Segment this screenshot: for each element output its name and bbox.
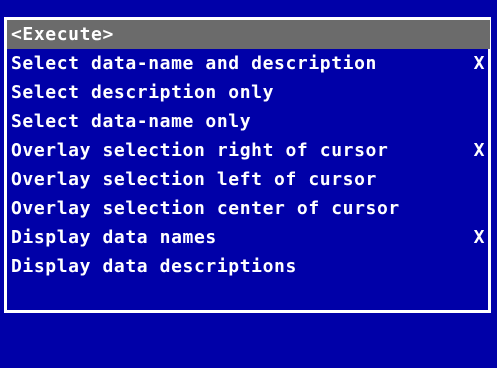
menu-item-overlay-right[interactable]: Overlay selection right of cursor X (7, 136, 490, 165)
options-menu-panel: <Execute> Select data-name and descripti… (4, 17, 491, 313)
menu-item-select-name-and-description[interactable]: Select data-name and description X (7, 49, 490, 78)
menu-item-label: Select description only (11, 82, 275, 103)
menu-item-display-data-names[interactable]: Display data names X (7, 223, 490, 252)
menu-item-label: Select data-name only (11, 111, 252, 132)
menu-item-label: Display data descriptions (11, 256, 297, 277)
menu-item-overlay-left[interactable]: Overlay selection left of cursor (7, 165, 490, 194)
menu-item-label: <Execute> (11, 24, 114, 45)
options-menu-list: <Execute> Select data-name and descripti… (7, 20, 490, 311)
menu-item-label: Display data names (11, 227, 217, 248)
menu-item-check-flag: X (473, 140, 485, 161)
menu-item-check-flag: X (473, 227, 485, 248)
menu-item-label: Overlay selection center of cursor (11, 198, 400, 219)
menu-item-display-data-descriptions[interactable]: Display data descriptions (7, 252, 490, 281)
menu-item-label: Select data-name and description (11, 53, 377, 74)
menu-item-select-name-only[interactable]: Select data-name only (7, 107, 490, 136)
menu-item-overlay-center[interactable]: Overlay selection center of cursor (7, 194, 490, 223)
menu-item-label: Overlay selection right of cursor (11, 140, 389, 161)
menu-item-check-flag: X (473, 53, 485, 74)
menu-item-execute[interactable]: <Execute> (7, 20, 490, 49)
menu-item-label: Overlay selection left of cursor (11, 169, 377, 190)
menu-item-select-description-only[interactable]: Select description only (7, 78, 490, 107)
